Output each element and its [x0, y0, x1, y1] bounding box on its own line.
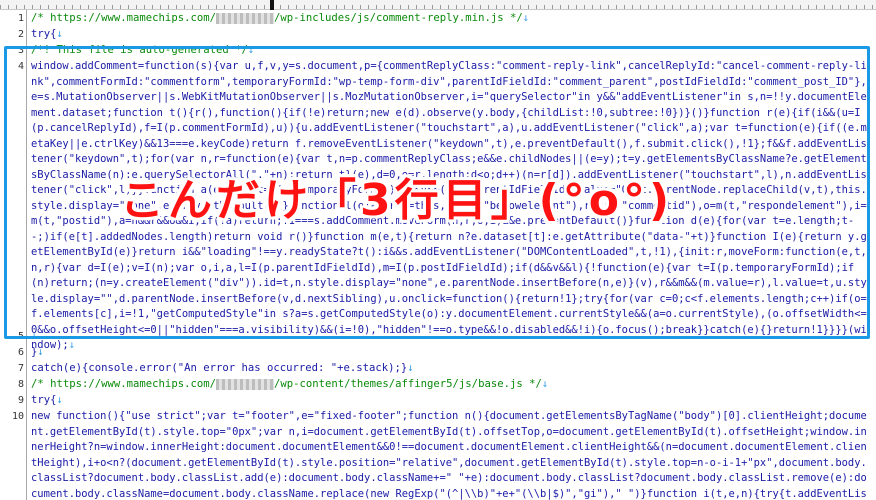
line-code[interactable]: }↓ [31, 345, 872, 361]
line-number: 10 [11, 411, 24, 422]
line-number: 6 [17, 347, 24, 358]
newline-marker: ↓ [56, 394, 63, 406]
column-ruler [0, 0, 876, 10]
newline-marker: ↓ [407, 362, 414, 374]
code-editor[interactable]: 1 /* https://www.mamechips.com/ /wp-includ… [0, 0, 876, 500]
code-text: catch(e){console.error("An error has occ… [31, 362, 408, 374]
redacted-text [215, 12, 274, 24]
line-number: 9 [17, 395, 24, 406]
line-number: 2 [17, 29, 24, 40]
overlay-caption: こんだけ「3行目」(°o°) [120, 175, 674, 226]
line-code[interactable]: /* https://www.mamechips.com/ /wp-include… [31, 11, 872, 27]
code-comment: /wp-content/themes/affinger5/js/base.js … [273, 378, 542, 390]
code-comment: /* https://www.mamechips.com/ [31, 378, 216, 390]
code-comment: /* https://www.mamechips.com/ [31, 12, 216, 24]
line-code[interactable]: /* https://www.mamechips.com/ /wp-content… [31, 377, 872, 393]
newline-marker: ↓ [56, 28, 63, 40]
line-code[interactable]: catch(e){console.error("An error has occ… [31, 361, 872, 377]
line-number: 7 [17, 363, 24, 374]
code-text: try{ [31, 394, 57, 406]
line-number: 8 [17, 379, 24, 390]
line-code[interactable]: new function(){"use strict";var t="foote… [31, 409, 872, 500]
redacted-text [215, 378, 274, 390]
line-code[interactable]: try{↓ [31, 27, 872, 43]
line-number: 1 [17, 13, 24, 24]
code-text: new function(){"use strict";var t="foote… [31, 410, 867, 500]
code-text: try{ [31, 28, 57, 40]
line-code[interactable]: try{↓ [31, 393, 872, 409]
ruler-cursor-marker [270, 0, 274, 10]
newline-marker: ↓ [37, 346, 44, 358]
code-comment: /wp-includes/js/comment-reply.min.js */ [273, 12, 523, 24]
newline-marker: ↓ [522, 12, 530, 24]
newline-marker: ↓ [541, 378, 549, 390]
